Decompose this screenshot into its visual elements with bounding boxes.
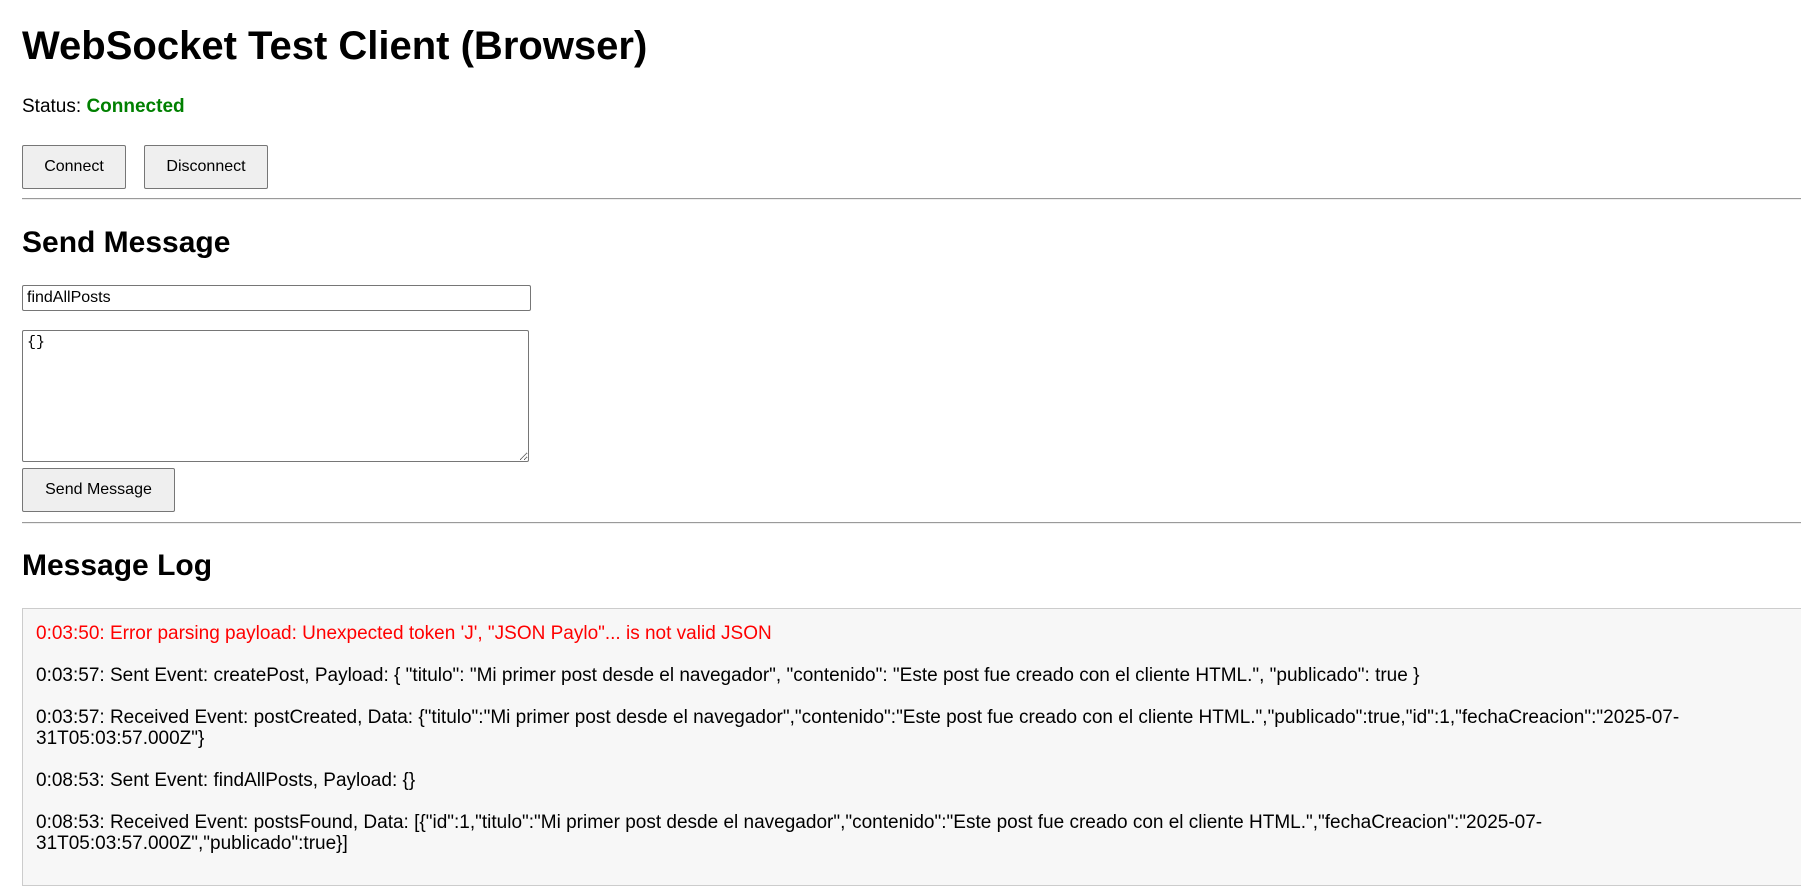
status-value: Connected — [86, 96, 185, 117]
websocket-test-client-page: WebSocket Test Client (Browser) Status: … — [0, 0, 1801, 890]
page-title: WebSocket Test Client (Browser) — [22, 24, 648, 68]
divider-bottom — [22, 522, 1801, 524]
send-message-button[interactable]: Send Message — [22, 468, 175, 512]
message-log-heading: Message Log — [22, 549, 213, 582]
log-entry: 0:03:50: Error parsing payload: Unexpect… — [36, 623, 772, 644]
log-entry: 0:08:53: Sent Event: findAllPosts, Paylo… — [36, 770, 416, 791]
send-message-heading: Send Message — [22, 226, 231, 259]
log-entry: 0:08:53: Received Event: postsFound, Dat… — [36, 812, 1543, 854]
disconnect-button[interactable]: Disconnect — [144, 145, 268, 189]
message-log: 0:03:50: Error parsing payload: Unexpect… — [22, 608, 1801, 886]
status-label: Status: — [22, 96, 82, 117]
connect-button[interactable]: Connect — [22, 145, 126, 189]
log-entry: 0:03:57: Received Event: postCreated, Da… — [36, 707, 1680, 749]
payload-textarea[interactable]: {} — [22, 330, 529, 462]
event-name-input[interactable] — [22, 285, 531, 311]
log-entry: 0:03:57: Sent Event: createPost, Payload… — [36, 665, 1420, 686]
divider-top — [22, 198, 1801, 200]
connection-status: Status: Connected — [22, 95, 185, 119]
